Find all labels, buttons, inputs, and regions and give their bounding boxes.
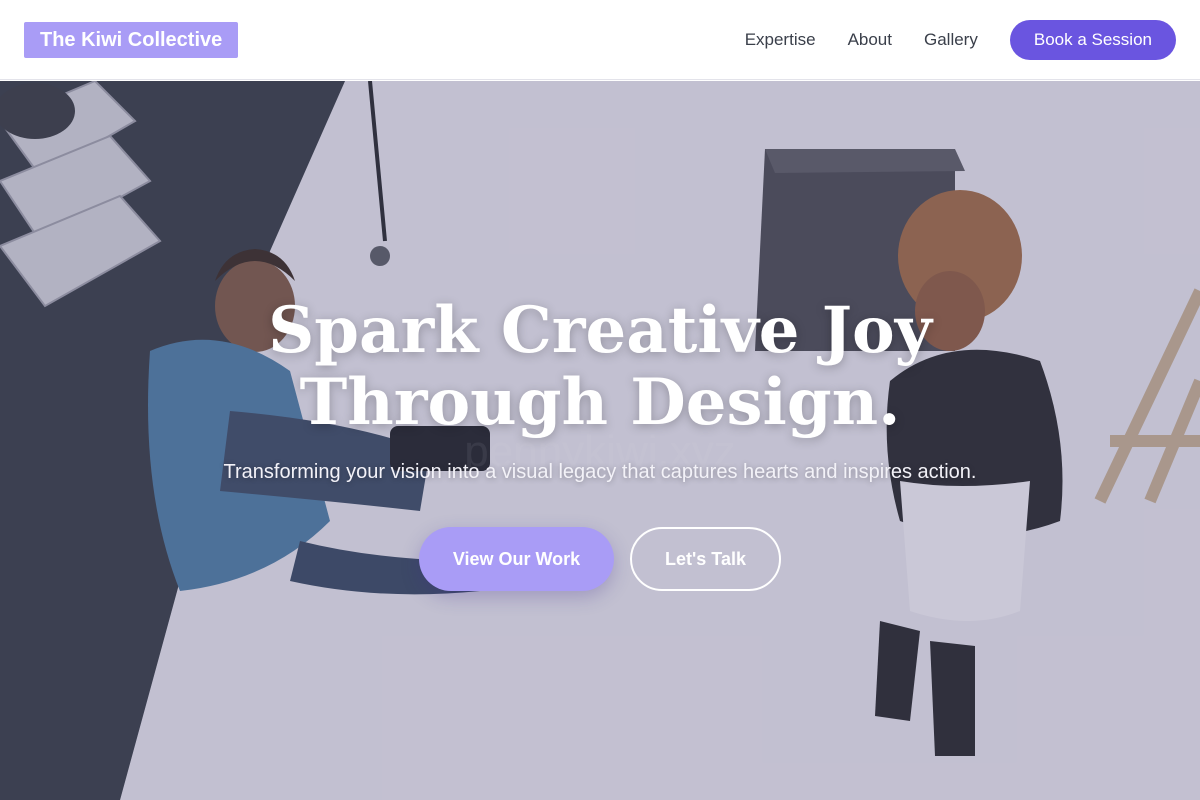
hero-content: Spark Creative Joy Through Design. Trans… — [0, 81, 1200, 800]
hero-subtitle: Transforming your vision into a visual l… — [223, 461, 977, 483]
site-header: The Kiwi Collective Expertise About Gall… — [0, 0, 1200, 80]
nav-link-about[interactable]: About — [848, 30, 892, 50]
main-nav: Expertise About Gallery Book a Session — [745, 20, 1176, 60]
hero-title-line-2: Through Design. — [299, 365, 901, 440]
hero-section: pennykiwi.xyz Spark Creative Joy Through… — [0, 81, 1200, 800]
book-session-button[interactable]: Book a Session — [1009, 20, 1176, 60]
hero-title: Spark Creative Joy Through Design. — [150, 295, 1050, 439]
view-our-work-button[interactable]: View Our Work — [419, 527, 614, 591]
logo[interactable]: The Kiwi Collective — [24, 22, 239, 58]
hero-title-line-1: Spark Creative Joy — [268, 293, 932, 368]
lets-talk-button[interactable]: Let's Talk — [630, 527, 781, 591]
nav-link-gallery[interactable]: Gallery — [924, 30, 978, 50]
nav-link-expertise[interactable]: Expertise — [745, 30, 816, 50]
